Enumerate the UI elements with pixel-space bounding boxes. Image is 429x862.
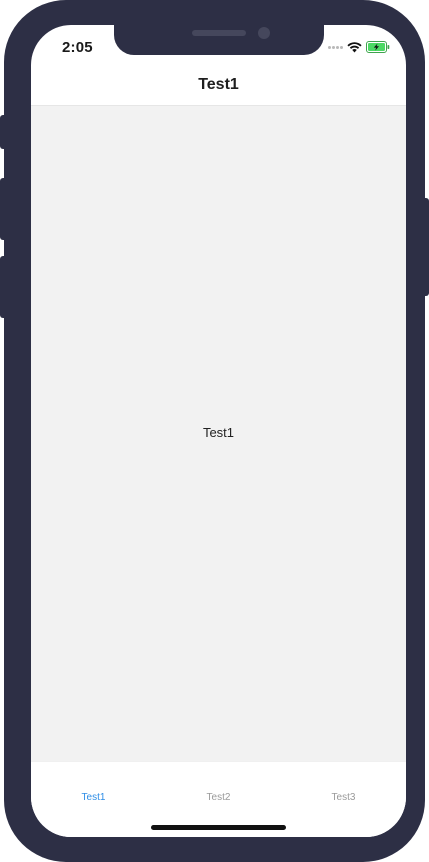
phone-frame: 2:05 Test1 Test1 Test1 Test2 Test3 (4, 0, 425, 862)
tab-test1[interactable]: Test1 (31, 792, 156, 803)
home-indicator[interactable] (151, 825, 286, 830)
tab-test2[interactable]: Test2 (156, 792, 281, 803)
battery-charging-icon (366, 41, 390, 53)
wifi-icon (347, 41, 362, 52)
navigation-bar: Test1 (31, 69, 406, 106)
status-icons (328, 41, 390, 53)
front-camera (258, 27, 270, 39)
main-content: Test1 (31, 106, 406, 761)
content-label: Test1 (202, 425, 235, 440)
phone-screen: 2:05 Test1 Test1 Test1 Test2 Test3 (31, 25, 406, 837)
speaker-grille (192, 30, 246, 36)
page-title: Test1 (198, 76, 239, 93)
device-stage: 2:05 Test1 Test1 Test1 Test2 Test3 (0, 0, 429, 862)
signal-dots-icon (328, 45, 343, 49)
tab-test3[interactable]: Test3 (281, 792, 406, 803)
notch (114, 25, 324, 55)
status-time: 2:05 (62, 39, 93, 56)
